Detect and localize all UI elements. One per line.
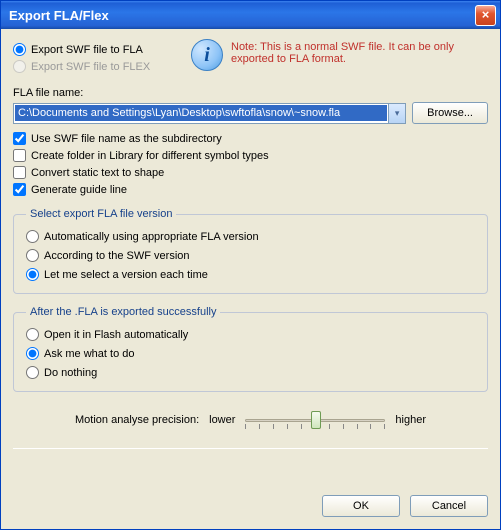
checkbox-label: Use SWF file name as the subdirectory: [31, 133, 222, 145]
cancel-button[interactable]: Cancel: [410, 495, 488, 517]
checkbox-input[interactable]: [13, 132, 26, 145]
export-to-fla-radio[interactable]: Export SWF file to FLA: [13, 43, 183, 56]
file-name-field: FLA file name: C:\Documents and Settings…: [13, 87, 488, 124]
slider-high-label: higher: [395, 414, 426, 426]
precision-slider-row: Motion analyse precision: lower higher: [13, 410, 488, 430]
radio-label: According to the SWF version: [44, 250, 190, 262]
radio-label: Ask me what to do: [44, 348, 135, 360]
options-group: Use SWF file name as the subdirectory Cr…: [13, 132, 488, 196]
version-legend: Select export FLA file version: [26, 208, 176, 220]
radio-label: Export SWF file to FLEX: [31, 61, 150, 73]
precision-slider[interactable]: [245, 410, 385, 430]
after-legend: After the .FLA is exported successfully: [26, 306, 220, 318]
radio-label: Do nothing: [44, 367, 97, 379]
create-folder-checkbox[interactable]: Create folder in Library for different s…: [13, 149, 488, 162]
after-ask-radio[interactable]: Ask me what to do: [26, 347, 475, 360]
dialog-footer: OK Cancel: [1, 485, 500, 529]
convert-text-checkbox[interactable]: Convert static text to shape: [13, 166, 488, 179]
radio-input: [13, 60, 26, 73]
radio-label: Export SWF file to FLA: [31, 44, 143, 56]
checkbox-label: Generate guide line: [31, 184, 127, 196]
radio-label: Open it in Flash automatically: [44, 329, 188, 341]
slider-label: Motion analyse precision:: [75, 414, 199, 426]
checkbox-input[interactable]: [13, 149, 26, 162]
checkbox-label: Create folder in Library for different s…: [31, 150, 269, 162]
divider: [13, 448, 488, 449]
slider-low-label: lower: [209, 414, 235, 426]
radio-input[interactable]: [26, 366, 39, 379]
file-name-label: FLA file name:: [13, 87, 488, 99]
guide-line-checkbox[interactable]: Generate guide line: [13, 183, 488, 196]
radio-input[interactable]: [26, 230, 39, 243]
radio-label: Let me select a version each time: [44, 269, 208, 281]
radio-input[interactable]: [26, 328, 39, 341]
close-icon[interactable]: ×: [475, 5, 496, 26]
top-row: Export SWF file to FLA Export SWF file t…: [13, 39, 488, 73]
radio-label: Automatically using appropriate FLA vers…: [44, 231, 259, 243]
after-open-radio[interactable]: Open it in Flash automatically: [26, 328, 475, 341]
version-auto-radio[interactable]: Automatically using appropriate FLA vers…: [26, 230, 475, 243]
browse-button[interactable]: Browse...: [412, 102, 488, 124]
checkbox-input[interactable]: [13, 166, 26, 179]
radio-input[interactable]: [26, 268, 39, 281]
after-nothing-radio[interactable]: Do nothing: [26, 366, 475, 379]
chevron-down-icon[interactable]: ▾: [388, 104, 405, 123]
dialog-window: Export FLA/Flex × Export SWF file to FLA…: [0, 0, 501, 530]
export-to-flex-radio: Export SWF file to FLEX: [13, 60, 183, 73]
dialog-content: Export SWF file to FLA Export SWF file t…: [1, 29, 500, 485]
file-path-combo[interactable]: C:\Documents and Settings\Lyan\Desktop\s…: [13, 103, 406, 124]
radio-input[interactable]: [26, 347, 39, 360]
version-fieldset: Select export FLA file version Automatic…: [13, 208, 488, 294]
slider-thumb[interactable]: [311, 411, 321, 429]
version-swf-radio[interactable]: According to the SWF version: [26, 249, 475, 262]
after-export-fieldset: After the .FLA is exported successfully …: [13, 306, 488, 392]
checkbox-label: Convert static text to shape: [31, 167, 164, 179]
titlebar: Export FLA/Flex ×: [1, 1, 500, 29]
use-subdir-checkbox[interactable]: Use SWF file name as the subdirectory: [13, 132, 488, 145]
note-text: Note: This is a normal SWF file. It can …: [231, 39, 488, 65]
radio-input[interactable]: [26, 249, 39, 262]
info-icon: i: [191, 39, 223, 71]
radio-input[interactable]: [13, 43, 26, 56]
export-mode-group: Export SWF file to FLA Export SWF file t…: [13, 39, 183, 73]
file-path-value: C:\Documents and Settings\Lyan\Desktop\s…: [15, 105, 387, 121]
window-title: Export FLA/Flex: [9, 8, 475, 23]
version-ask-radio[interactable]: Let me select a version each time: [26, 268, 475, 281]
checkbox-input[interactable]: [13, 183, 26, 196]
ok-button[interactable]: OK: [322, 495, 400, 517]
